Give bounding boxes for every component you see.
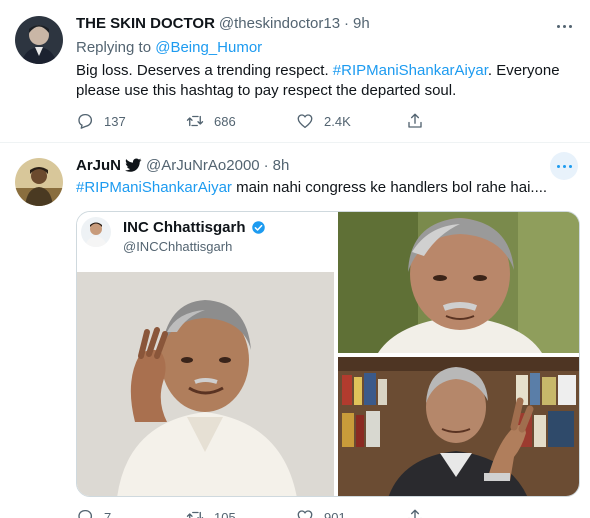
retweet-button[interactable]: 105 <box>186 508 296 518</box>
reply-button[interactable]: 7 <box>76 508 186 518</box>
retweet-count: 105 <box>214 509 236 518</box>
media-image-bottom-right[interactable] <box>338 357 579 496</box>
media-grid[interactable]: INC Chhattisgarh @INCChhattisgarh <box>76 211 580 497</box>
photo-mani-shankar-aiyar-thinking <box>77 272 334 496</box>
tweet-text-end: main nahi congress ke handlers bol rahe … <box>231 179 548 196</box>
tweet-text: #RIPManiShankarAiyar main nahi congress … <box>76 178 576 198</box>
separator-dot: · <box>263 157 269 174</box>
author-name[interactable]: ArJuN <box>76 157 121 174</box>
embedded-handle: @INCChhattisgarh <box>123 239 233 254</box>
embedded-account-name: INC Chhattisgarh <box>123 219 266 236</box>
share-button[interactable] <box>406 508 516 518</box>
hashtag-link[interactable]: #RIPManiShankarAiyar <box>76 179 232 196</box>
share-icon <box>408 509 422 518</box>
author-handle[interactable]: @ArJuNrAo2000 <box>146 157 260 174</box>
retweet-icon <box>186 511 204 518</box>
bird-icon <box>125 158 142 172</box>
verified-icon <box>251 221 265 234</box>
photo-mani-shankar-aiyar-portrait <box>338 212 579 353</box>
like-count: 901 <box>324 509 346 518</box>
tweet[interactable]: ArJuN @ArJuNrAo2000 · 8h #RIPManiShankar… <box>0 0 590 518</box>
embedded-avatar <box>81 217 111 247</box>
embedded-name-text: INC Chhattisgarh <box>123 219 246 236</box>
avatar[interactable] <box>15 158 63 206</box>
like-icon <box>297 510 313 518</box>
photo-mani-shankar-aiyar-gesturing <box>338 357 579 496</box>
timestamp[interactable]: 8h <box>273 157 290 174</box>
media-image-left[interactable]: INC Chhattisgarh @INCChhattisgarh <box>77 212 334 496</box>
action-bar: 7 105 901 <box>76 508 516 518</box>
reply-count: 7 <box>104 509 112 518</box>
like-button[interactable]: 901 <box>296 508 406 518</box>
media-image-top-right[interactable] <box>338 212 579 353</box>
more-icon[interactable] <box>550 152 578 180</box>
reply-icon <box>78 509 93 518</box>
